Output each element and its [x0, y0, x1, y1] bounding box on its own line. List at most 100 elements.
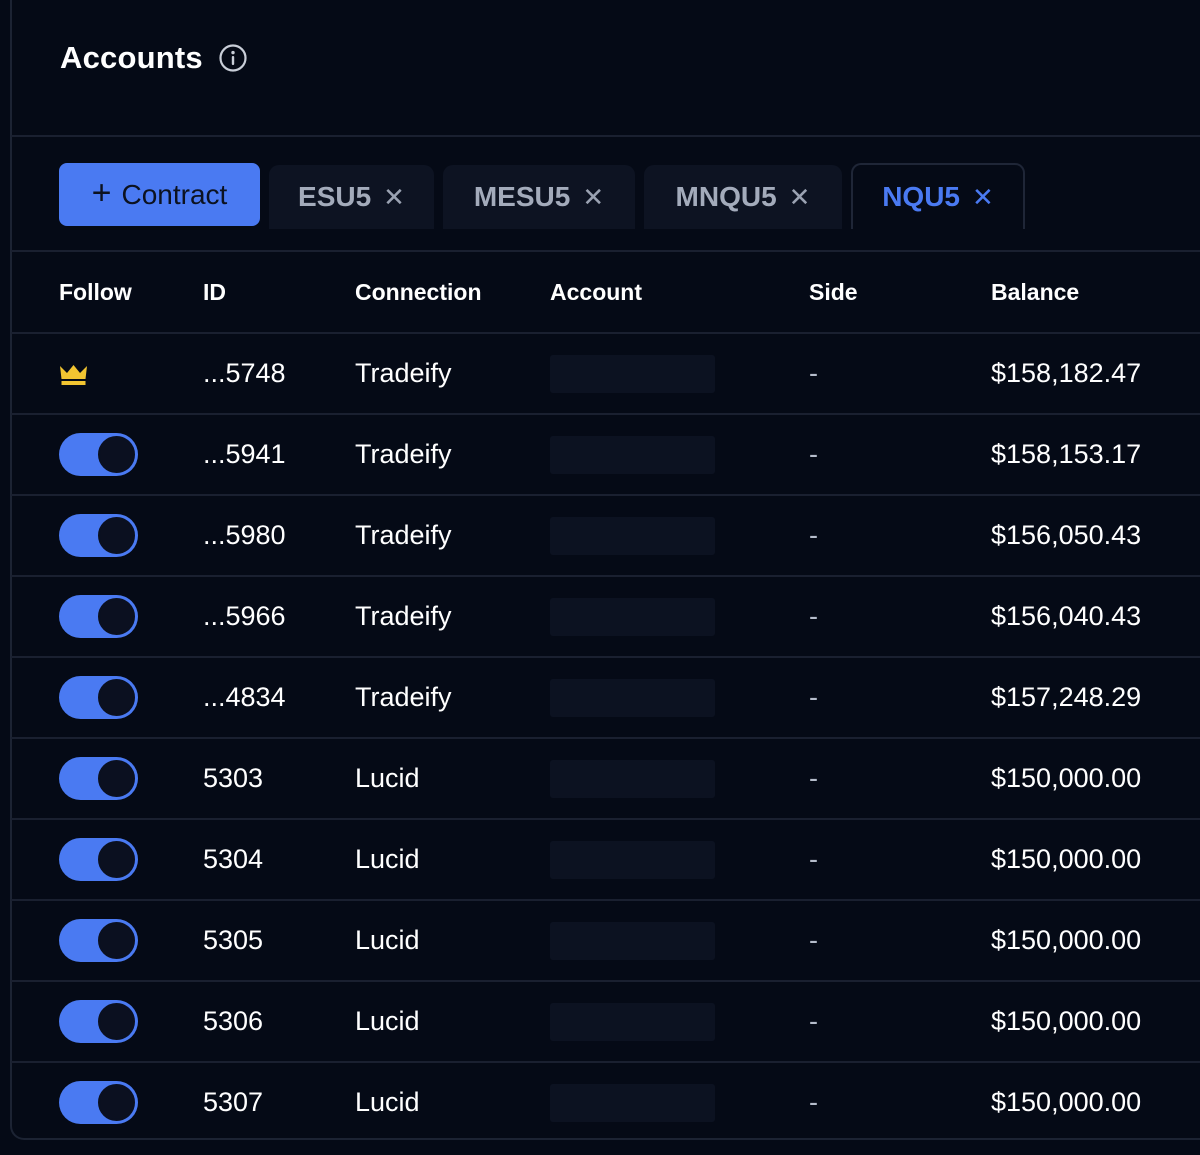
column-header-follow[interactable]: Follow	[59, 279, 132, 306]
side-value: -	[809, 925, 818, 955]
header-divider	[11, 135, 1200, 137]
follow-cell	[59, 415, 138, 494]
tab-label: MNQU5	[675, 181, 777, 212]
close-icon[interactable]: ✕	[789, 182, 811, 213]
balance-value: $150,000.00	[991, 844, 1142, 874]
redacted-account	[550, 921, 715, 960]
side-value: -	[809, 1006, 818, 1036]
table-row[interactable]: 5303 Lucid - $150,000.00	[11, 737, 1200, 818]
account-id: 5306	[203, 1006, 264, 1036]
account-cell	[550, 982, 715, 1061]
follow-toggle[interactable]	[59, 595, 138, 638]
table-row[interactable]: ...5980 Tradeify - $156,050.43	[11, 494, 1200, 575]
connection-name: Tradeify	[355, 358, 452, 388]
follow-toggle[interactable]	[59, 1081, 138, 1124]
side-value: -	[809, 763, 818, 793]
table-row[interactable]: ...5748 Tradeify - $158,182.47	[11, 332, 1200, 413]
table-row[interactable]: ...4834 Tradeify - $157,248.29	[11, 656, 1200, 737]
column-header-account[interactable]: Account	[550, 279, 642, 306]
redacted-account	[550, 1083, 715, 1122]
table-row[interactable]: 5305 Lucid - $150,000.00	[11, 899, 1200, 980]
column-header-connection[interactable]: Connection	[355, 279, 482, 306]
redacted-account	[550, 435, 715, 474]
balance-value: $156,040.43	[991, 601, 1142, 631]
connection-name: Tradeify	[355, 520, 452, 550]
account-cell	[550, 334, 715, 413]
column-header-side[interactable]: Side	[809, 279, 858, 306]
tab-esu5[interactable]: ESU5 ✕	[269, 165, 434, 229]
account-cell	[550, 739, 715, 818]
account-id: ...4834	[203, 682, 286, 712]
toggle-knob	[98, 598, 135, 635]
crown-icon	[59, 363, 88, 385]
side-value: -	[809, 844, 818, 874]
table-row[interactable]: 5306 Lucid - $150,000.00	[11, 980, 1200, 1061]
table-row[interactable]: 5307 Lucid - $150,000.00	[11, 1061, 1200, 1142]
panel-header: Accounts	[60, 36, 247, 80]
toggle-knob	[98, 841, 135, 878]
toggle-knob	[98, 760, 135, 797]
account-cell	[550, 901, 715, 980]
follow-cell	[59, 982, 138, 1061]
side-value: -	[809, 682, 818, 712]
balance-value: $150,000.00	[991, 1087, 1142, 1117]
account-id: 5307	[203, 1087, 264, 1117]
toggle-knob	[98, 1003, 135, 1040]
table-row[interactable]: 5304 Lucid - $150,000.00	[11, 818, 1200, 899]
column-header-id[interactable]: ID	[203, 279, 226, 306]
follow-toggle[interactable]	[59, 514, 138, 557]
connection-name: Tradeify	[355, 601, 452, 631]
column-header-balance[interactable]: Balance	[991, 279, 1079, 306]
account-cell	[550, 496, 715, 575]
redacted-account	[550, 597, 715, 636]
follow-toggle[interactable]	[59, 676, 138, 719]
redacted-account	[550, 516, 715, 555]
plus-icon: +	[91, 174, 112, 212]
contract-tabbar: + Contract ESU5 ✕ MESU5 ✕ MNQU5 ✕ NQU5 ✕	[59, 163, 1025, 229]
follow-cell	[59, 1063, 138, 1142]
toggle-knob	[98, 679, 135, 716]
account-id: 5304	[203, 844, 264, 874]
follow-toggle[interactable]	[59, 1000, 138, 1043]
balance-value: $150,000.00	[991, 763, 1142, 793]
account-id: ...5980	[203, 520, 286, 550]
account-id: ...5941	[203, 439, 286, 469]
account-id: ...5748	[203, 358, 286, 388]
follow-toggle[interactable]	[59, 757, 138, 800]
connection-name: Lucid	[355, 1006, 420, 1036]
account-cell	[550, 415, 715, 494]
follow-cell	[59, 739, 138, 818]
balance-value: $150,000.00	[991, 1006, 1142, 1036]
tab-nqu5[interactable]: NQU5 ✕	[851, 163, 1025, 229]
close-icon[interactable]: ✕	[383, 182, 405, 213]
connection-name: Lucid	[355, 925, 420, 955]
side-value: -	[809, 358, 818, 388]
tab-mesu5[interactable]: MESU5 ✕	[443, 165, 635, 229]
close-icon[interactable]: ✕	[582, 182, 604, 213]
side-value: -	[809, 520, 818, 550]
close-icon[interactable]: ✕	[972, 182, 994, 213]
balance-value: $150,000.00	[991, 925, 1142, 955]
side-value: -	[809, 601, 818, 631]
toggle-knob	[98, 1084, 135, 1121]
follow-toggle[interactable]	[59, 919, 138, 962]
account-id: 5303	[203, 763, 264, 793]
side-value: -	[809, 439, 818, 469]
table-row[interactable]: ...5941 Tradeify - $158,153.17	[11, 413, 1200, 494]
tab-label: MESU5	[473, 181, 571, 212]
toggle-knob	[98, 922, 135, 959]
connection-name: Lucid	[355, 1087, 420, 1117]
balance-value: $158,182.47	[991, 358, 1142, 388]
table-row[interactable]: ...5966 Tradeify - $156,040.43	[11, 575, 1200, 656]
follow-cell	[59, 820, 138, 899]
tab-label: ESU5	[298, 181, 372, 212]
account-id: ...5966	[203, 601, 286, 631]
add-contract-button[interactable]: + Contract	[59, 163, 260, 226]
balance-value: $157,248.29	[991, 682, 1142, 712]
info-icon[interactable]	[219, 44, 247, 72]
connection-name: Tradeify	[355, 682, 452, 712]
account-id: 5305	[203, 925, 264, 955]
tab-mnqu5[interactable]: MNQU5 ✕	[644, 165, 842, 229]
follow-toggle[interactable]	[59, 838, 138, 881]
follow-toggle[interactable]	[59, 433, 138, 476]
